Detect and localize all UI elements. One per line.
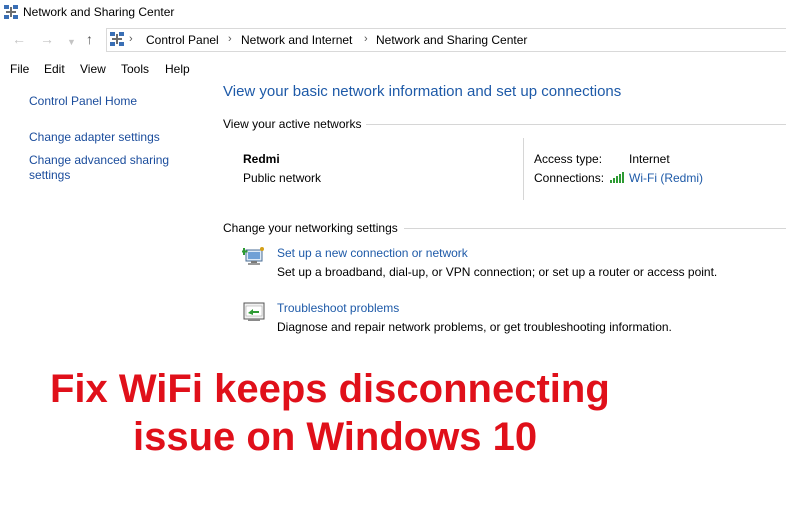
menu-bar: File Edit View Tools Help: [0, 58, 786, 80]
menu-edit[interactable]: Edit: [44, 62, 65, 76]
troubleshoot-link[interactable]: Troubleshoot problems: [277, 301, 399, 315]
network-center-icon: [4, 5, 18, 22]
column-divider: [523, 138, 524, 200]
back-arrow-icon[interactable]: ←: [12, 31, 26, 47]
forward-arrow-icon[interactable]: →: [40, 31, 54, 47]
menu-tools[interactable]: Tools: [121, 62, 149, 76]
title-bar: Network and Sharing Center: [0, 0, 786, 26]
setup-connection-description: Set up a broadband, dial-up, or VPN conn…: [277, 265, 718, 279]
troubleshoot-description: Diagnose and repair network problems, or…: [277, 320, 672, 334]
page-title: View your basic network information and …: [223, 83, 622, 100]
overlay-headline-line2: issue on Windows 10: [133, 415, 538, 459]
menu-help[interactable]: Help: [165, 62, 190, 76]
new-connection-icon: [240, 246, 266, 271]
sidebar-advanced-line2: settings: [29, 168, 71, 182]
access-type-value: Internet: [629, 152, 670, 166]
network-name: Redmi: [243, 152, 280, 166]
section-divider: [404, 228, 786, 229]
recent-dropdown-icon[interactable]: ▼: [67, 34, 76, 50]
address-field[interactable]: › Control Panel › Network and Internet ›…: [106, 28, 786, 52]
breadcrumb-network-sharing-center[interactable]: Network and Sharing Center: [376, 33, 527, 47]
sidebar-change-advanced-sharing[interactable]: Change advanced sharing settings: [29, 153, 169, 183]
troubleshoot-icon: [242, 301, 266, 326]
menu-file[interactable]: File: [10, 62, 29, 76]
setup-connection-link[interactable]: Set up a new connection or network: [277, 246, 468, 260]
sidebar-change-adapter-settings[interactable]: Change adapter settings: [29, 130, 160, 145]
sidebar-advanced-line1: Change advanced sharing: [29, 153, 170, 167]
control-panel-icon: [110, 32, 124, 49]
wifi-signal-icon: [610, 171, 626, 186]
wifi-connection-link[interactable]: Wi-Fi (Redmi): [629, 171, 703, 185]
overlay-headline-line1: Fix WiFi keeps disconnecting: [50, 367, 610, 411]
window-title: Network and Sharing Center: [23, 5, 175, 19]
breadcrumb-network-internet[interactable]: Network and Internet: [241, 33, 352, 47]
breadcrumb-control-panel[interactable]: Control Panel: [146, 33, 219, 47]
network-type[interactable]: Public network: [243, 171, 321, 185]
connections-label: Connections:: [534, 171, 605, 185]
active-networks-label: View your active networks: [223, 117, 362, 131]
change-settings-label: Change your networking settings: [223, 221, 398, 235]
access-type-label: Access type:: [534, 152, 603, 166]
up-arrow-icon[interactable]: ↑: [86, 31, 93, 47]
breadcrumb-separator-icon[interactable]: ›: [228, 33, 232, 45]
breadcrumb-separator-icon[interactable]: ›: [364, 33, 368, 45]
breadcrumb-separator-icon[interactable]: ›: [129, 33, 133, 45]
sidebar-control-panel-home[interactable]: Control Panel Home: [29, 94, 137, 109]
section-divider: [366, 124, 786, 125]
menu-view[interactable]: View: [80, 62, 106, 76]
